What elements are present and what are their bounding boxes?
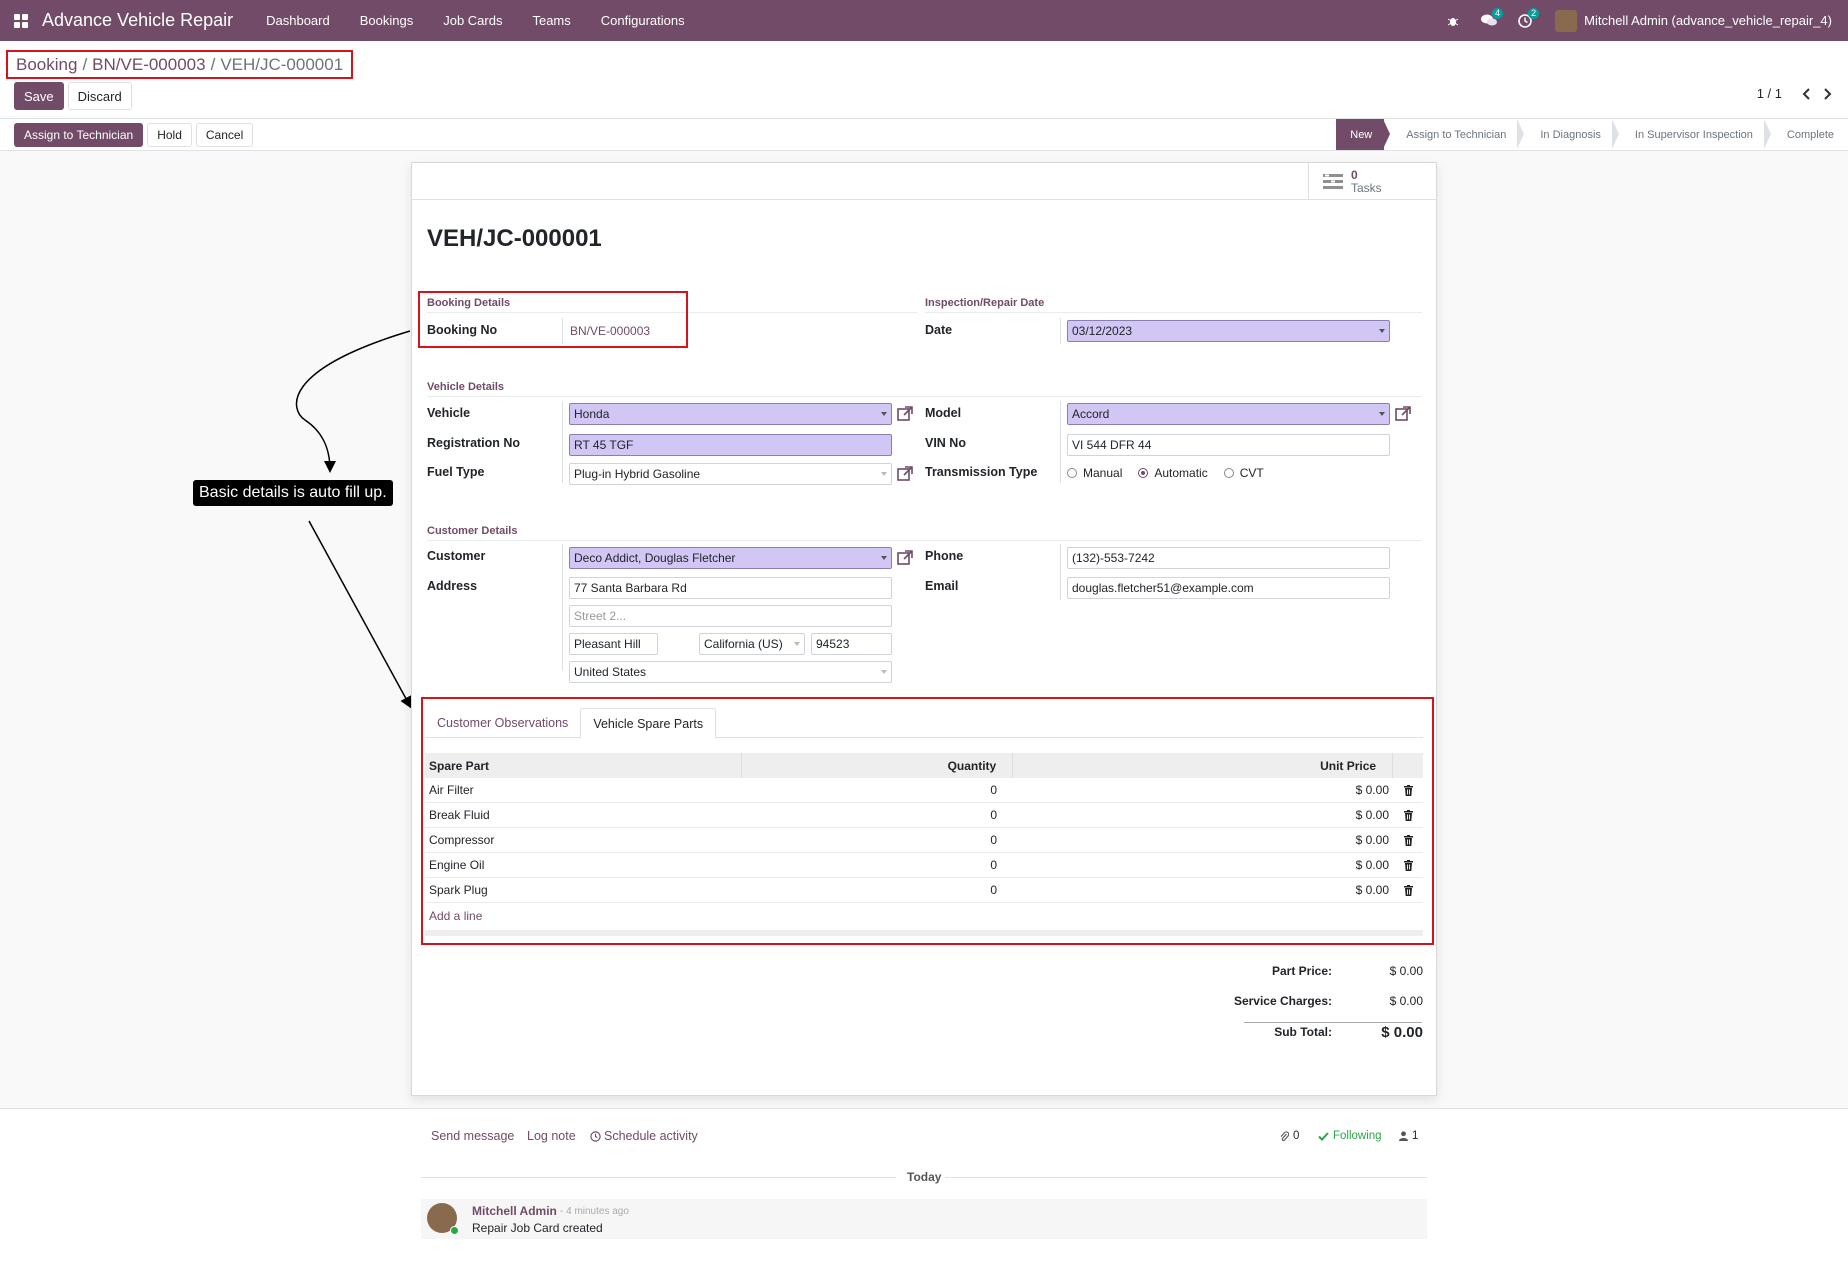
message-author[interactable]: Mitchell Admin: [472, 1204, 557, 1218]
fuel-type-label: Fuel Type: [427, 465, 485, 479]
street2-field[interactable]: Street 2...: [569, 605, 892, 627]
attachments-button[interactable]: 0: [1280, 1130, 1299, 1142]
registration-no-field[interactable]: RT 45 TGF: [569, 434, 892, 456]
external-link-icon[interactable]: [897, 549, 914, 566]
schedule-activity-button[interactable]: Schedule activity: [590, 1129, 698, 1143]
part-price-label: Part Price:: [1271, 964, 1332, 978]
service-charges-label: Service Charges:: [1233, 994, 1332, 1008]
date-separator-line: [421, 1177, 896, 1178]
fuel-type-select[interactable]: Plug-in Hybrid Gasoline: [569, 463, 892, 485]
customer-details-heading: Customer Details: [427, 525, 518, 537]
booking-details-highlight: [418, 291, 688, 348]
phone-label: Phone: [925, 549, 964, 563]
label-divider: [1060, 318, 1061, 344]
customer-select[interactable]: Deco Addict, Douglas Fletcher: [569, 547, 892, 569]
city-field[interactable]: Pleasant Hill: [569, 633, 658, 655]
section-divider: [925, 312, 1422, 313]
date-field[interactable]: 03/12/2023: [1067, 320, 1390, 342]
vin-no-field[interactable]: VI 544 DFR 44: [1067, 434, 1390, 456]
label-divider: [1060, 401, 1061, 483]
user-icon: [1399, 1131, 1408, 1141]
subtotal-divider: [1244, 1022, 1422, 1023]
email-field[interactable]: douglas.fletcher51@example.com: [1067, 577, 1390, 599]
country-select[interactable]: United States: [569, 661, 892, 683]
spare-parts-highlight: [421, 697, 1434, 945]
annotation-callout: Basic details is auto fill up.: [193, 480, 393, 506]
section-divider: [427, 396, 1422, 397]
message-time: - 4 minutes ago: [560, 1206, 629, 1217]
radio-manual[interactable]: [1067, 468, 1077, 478]
date-label: Date: [925, 323, 953, 337]
vehicle-label: Vehicle: [427, 406, 471, 420]
date-separator-line: [945, 1177, 1427, 1178]
customer-label: Customer: [427, 549, 486, 563]
service-charges-value: $ 0.00: [1389, 994, 1423, 1008]
clock-icon: [590, 1130, 601, 1142]
inspection-date-heading: Inspection/Repair Date: [925, 297, 1045, 309]
chatter-message: Mitchell Admin - 4 minutes ago Repair Jo…: [421, 1199, 1427, 1239]
radio-cvt[interactable]: [1223, 468, 1234, 478]
part-price-value: $ 0.00: [1389, 964, 1423, 978]
email-label: Email: [925, 579, 959, 593]
tasks-smart-button[interactable]: 0 Tasks: [1308, 163, 1436, 200]
state-select[interactable]: California (US): [699, 633, 805, 655]
tasks-icon: [1323, 173, 1343, 189]
vin-no-label: VIN No: [925, 436, 966, 450]
vehicle-select[interactable]: Honda: [569, 403, 892, 425]
phone-field[interactable]: (132)-553-7242: [1067, 547, 1390, 569]
subtotal-value: $ 0.00: [1381, 1024, 1423, 1041]
tasks-label: Tasks: [1351, 180, 1382, 195]
chatter: Send message Log note Schedule activity …: [0, 1108, 1848, 1286]
external-link-icon[interactable]: [1395, 405, 1412, 422]
message-body: Repair Job Card created: [472, 1221, 603, 1235]
model-label: Model: [925, 406, 962, 420]
registration-no-label: Registration No: [427, 436, 521, 450]
address-label: Address: [427, 579, 478, 593]
log-note-button[interactable]: Log note: [527, 1129, 576, 1143]
paperclip-icon: [1280, 1130, 1289, 1141]
label-divider: [1060, 544, 1061, 600]
section-divider: [427, 540, 1422, 541]
street-field[interactable]: 77 Santa Barbara Rd: [569, 577, 892, 599]
followers-button[interactable]: 1: [1399, 1130, 1418, 1142]
subtotal-label: Sub Total:: [1274, 1025, 1332, 1039]
send-message-button[interactable]: Send message: [431, 1129, 514, 1143]
following-button[interactable]: Following: [1318, 1130, 1382, 1142]
check-icon: [1318, 1131, 1329, 1141]
today-separator: Today: [907, 1170, 942, 1184]
model-select[interactable]: Accord: [1067, 403, 1390, 425]
label-divider: [562, 401, 563, 483]
online-status-icon: [450, 1226, 459, 1235]
vehicle-details-heading: Vehicle Details: [427, 381, 505, 393]
label-divider: [562, 544, 563, 671]
external-link-icon[interactable]: [897, 465, 914, 482]
zip-field[interactable]: 94523: [811, 633, 892, 655]
button-box: 0 Tasks: [412, 163, 1436, 200]
transmission-type-label: Transmission Type: [925, 465, 1038, 479]
record-title: VEH/JC-000001: [427, 225, 602, 252]
radio-automatic[interactable]: [1138, 468, 1149, 478]
transmission-type-radio: Manual Automatic CVT: [1067, 466, 1264, 480]
external-link-icon[interactable]: [897, 405, 914, 422]
